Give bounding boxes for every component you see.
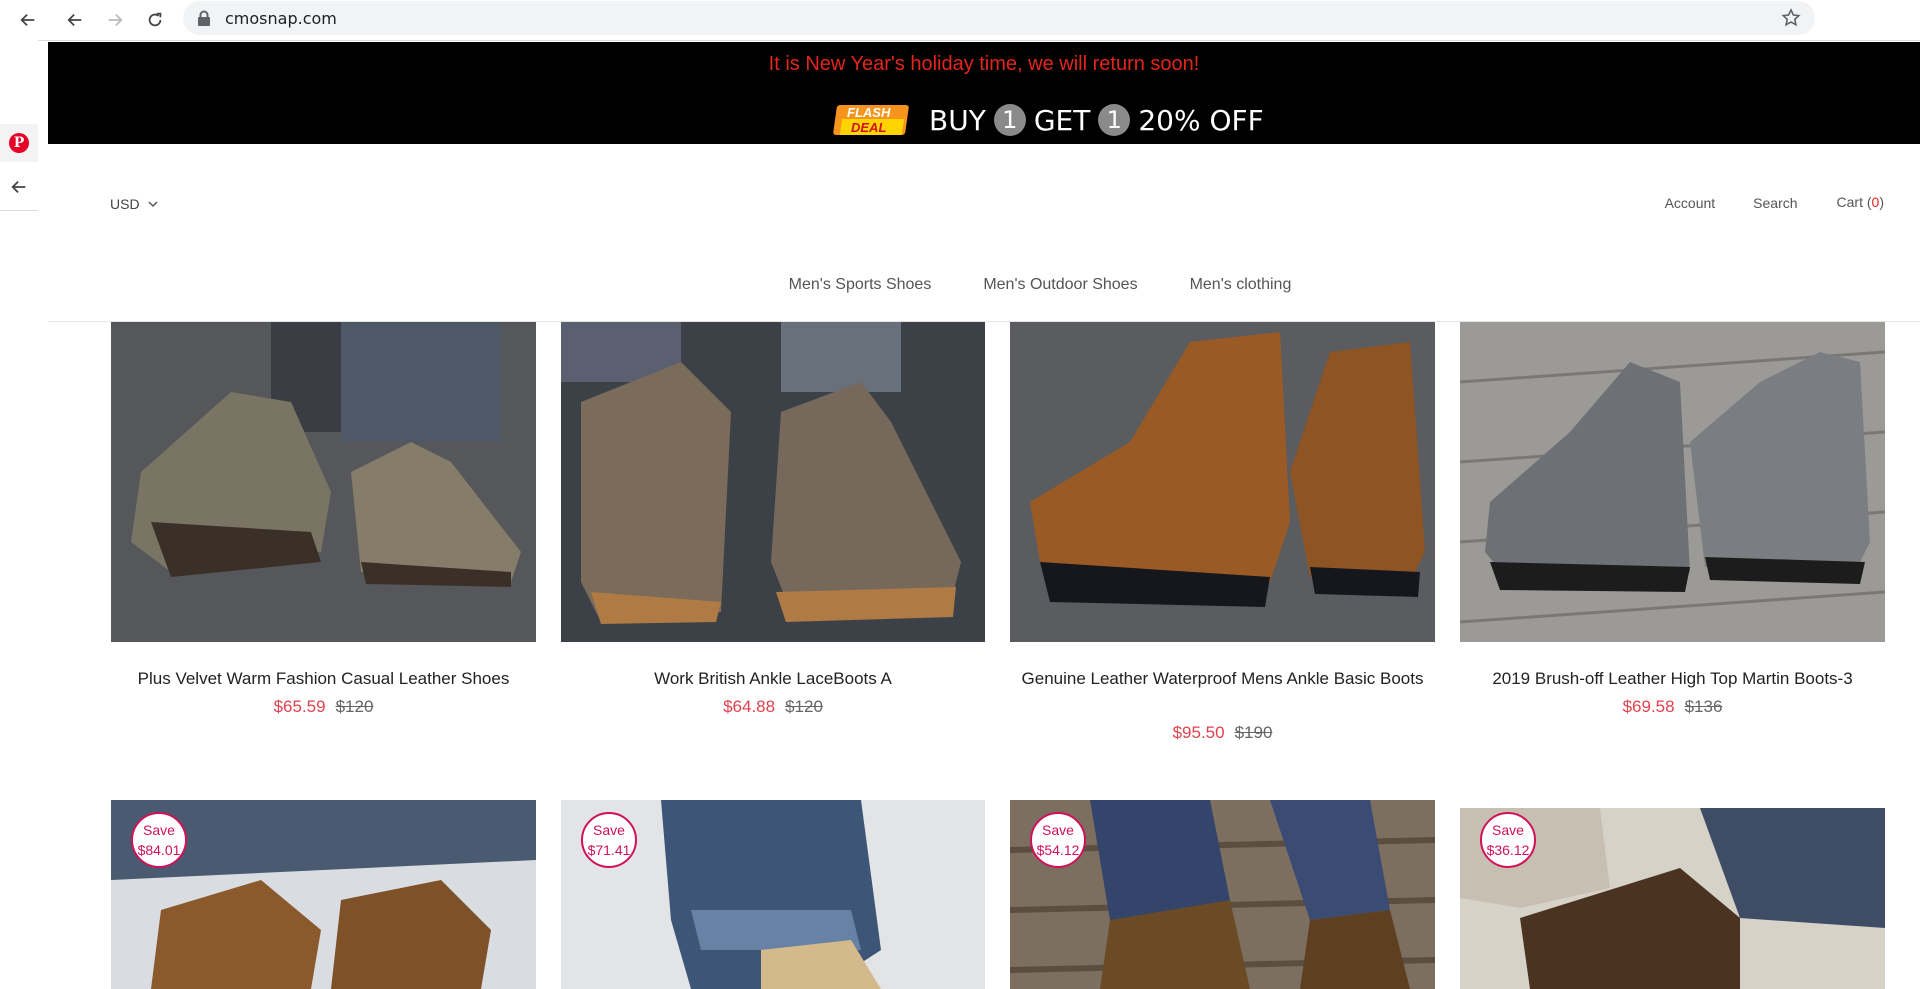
save-badge: Save $84.01 [131, 812, 187, 868]
currency-selector[interactable]: USD [110, 196, 158, 212]
product-title[interactable]: Genuine Leather Waterproof Mens Ankle Ba… [1010, 666, 1435, 692]
product-price: $65.59 $120 [111, 697, 536, 717]
save-label: Save [1492, 822, 1524, 838]
nav-mens-sports-shoes[interactable]: Men's Sports Shoes [789, 276, 932, 294]
sale-price: $65.59 [273, 697, 326, 716]
product-image[interactable]: Save $84.01 [111, 800, 536, 989]
save-amount: $54.12 [1036, 842, 1080, 858]
divider [0, 210, 38, 211]
sale-price: $69.58 [1622, 697, 1675, 716]
compare-price: $120 [785, 697, 823, 716]
save-badge: Save $36.12 [1480, 812, 1536, 868]
compare-price: $190 [1234, 723, 1273, 742]
cart-close: ) [1879, 194, 1884, 210]
back-icon[interactable] [14, 6, 42, 34]
announcement-bar: It is New Year's holiday time, we will r… [48, 42, 1920, 144]
address-bar[interactable]: cmosnap.com [183, 1, 1815, 35]
deal-text: DEAL [851, 120, 887, 135]
pinterest-icon: P [9, 133, 29, 153]
product-image[interactable]: Save $54.12 [1010, 800, 1435, 989]
product-price: $64.88 $120 [561, 697, 985, 717]
product-image[interactable] [111, 322, 536, 642]
side-share-bar: P [0, 40, 38, 215]
bookmark-star-icon[interactable] [1781, 8, 1801, 28]
product-title[interactable]: Plus Velvet Warm Fashion Casual Leather … [111, 666, 536, 692]
promo-num2: 1 [1098, 104, 1131, 136]
nav-mens-clothing[interactable]: Men's clothing [1190, 276, 1292, 294]
promo-buy: BUY [929, 103, 986, 137]
save-badge: Save $54.12 [1030, 812, 1086, 868]
sale-price: $95.50 [1172, 723, 1225, 742]
currency-label: USD [110, 196, 140, 212]
save-label: Save [593, 822, 625, 838]
save-label: Save [143, 822, 175, 838]
product-image[interactable] [1460, 322, 1885, 642]
header-links: Account Search Cart (0) [1665, 194, 1884, 212]
main-navigation: Men's Sports Shoes Men's Outdoor Shoes M… [0, 276, 1920, 294]
cart-label: Cart ( [1836, 194, 1872, 210]
sale-price: $64.88 [723, 697, 776, 716]
product-image[interactable]: Save $71.41 [561, 800, 985, 989]
browser-back-button[interactable] [61, 6, 89, 34]
promo-off: 20% OFF [1138, 103, 1264, 137]
save-amount: $36.12 [1486, 842, 1530, 858]
pinterest-button[interactable]: P [0, 124, 38, 162]
promo-banner[interactable]: FLASH DEAL BUY 1 GET 1 20% OFF [831, 100, 1270, 140]
promo-get: GET [1033, 103, 1091, 137]
product-image[interactable] [1010, 322, 1435, 642]
compare-price: $136 [1684, 697, 1723, 716]
browser-toolbar: cmosnap.com [0, 0, 1920, 41]
cart-link[interactable]: Cart (0) [1837, 194, 1884, 212]
product-image[interactable]: Save $36.12 [1460, 808, 1885, 989]
announcement-message: It is New Year's holiday time, we will r… [768, 53, 1200, 75]
save-badge: Save $71.41 [581, 812, 637, 868]
compare-price: $120 [335, 697, 374, 716]
product-image[interactable] [561, 322, 985, 642]
flash-deal-badge: FLASH DEAL [831, 101, 915, 139]
lock-icon [198, 10, 210, 26]
browser-forward-button[interactable] [101, 6, 129, 34]
product-price: $95.50 $190 [1010, 723, 1435, 743]
account-link[interactable]: Account [1665, 195, 1716, 211]
nav-mens-outdoor-shoes[interactable]: Men's Outdoor Shoes [983, 276, 1137, 294]
url-text: cmosnap.com [225, 9, 337, 28]
search-link[interactable]: Search [1753, 195, 1797, 211]
product-title[interactable]: 2019 Brush-off Leather High Top Martin B… [1460, 666, 1885, 692]
product-title[interactable]: Work British Ankle LaceBoots A [561, 666, 985, 692]
save-label: Save [1042, 822, 1074, 838]
product-price: $69.58 $136 [1460, 697, 1885, 717]
chevron-down-icon [148, 200, 158, 207]
reload-icon[interactable] [141, 6, 169, 34]
save-amount: $71.41 [587, 842, 631, 858]
flash-text: FLASH [847, 105, 891, 120]
save-amount: $84.01 [137, 842, 181, 858]
collapse-arrow-icon[interactable] [0, 168, 38, 206]
promo-num1: 1 [993, 104, 1026, 136]
